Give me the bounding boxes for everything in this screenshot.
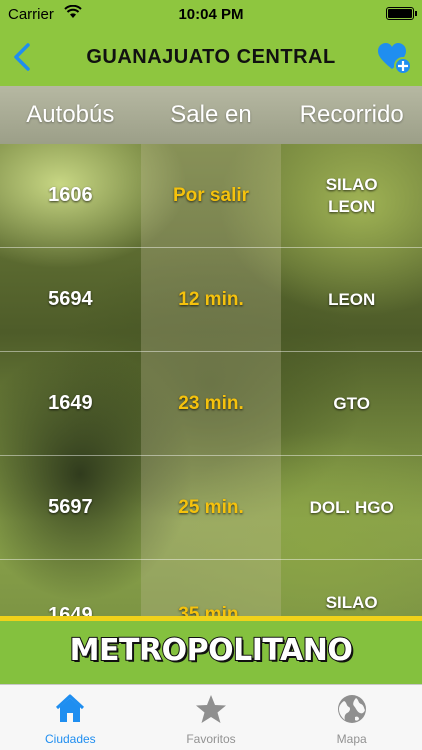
metropolitano-banner: METROPOLITANO	[0, 616, 422, 684]
departure-time: 35 min.	[178, 604, 244, 616]
route-name: LEON	[328, 289, 376, 309]
table-row[interactable]: 5697 25 min. DOL. HGO	[0, 456, 422, 560]
route-name: SILAO LEON	[325, 174, 378, 216]
back-button[interactable]	[8, 40, 38, 74]
bus-number: 5694	[48, 288, 93, 310]
tab-favoritos[interactable]: Favoritos	[141, 685, 282, 750]
column-bus: Autobús	[26, 101, 115, 128]
status-bar: Carrier 10:04 PM	[0, 0, 422, 30]
home-icon	[56, 694, 85, 722]
tab-label: Ciudades	[44, 732, 96, 746]
bus-number: 5697	[48, 496, 93, 518]
tab-label: Mapa	[336, 732, 367, 746]
banner-logo-text: METROPOLITANO	[69, 632, 354, 669]
tab-ciudades[interactable]: Ciudades	[0, 685, 141, 750]
table-row[interactable]: 1649 35 min. SILAO	[0, 560, 422, 616]
bus-number: 1649	[48, 392, 93, 414]
add-favorite-button[interactable]	[376, 40, 412, 76]
table-row[interactable]: 1649 23 min. GTO	[0, 352, 422, 456]
globe-icon	[337, 695, 366, 723]
battery-icon	[386, 7, 417, 20]
status-time: 10:04 PM	[178, 6, 244, 23]
tab-bar: Ciudades Favoritos Mapa	[0, 684, 422, 750]
bus-number: 1649	[48, 604, 93, 616]
page-title: GUANAJUATO CENTRAL	[86, 46, 336, 68]
tab-label: Favoritos	[186, 732, 236, 746]
departures-list[interactable]: 1606 Por salir SILAO LEON 5694 12 min. L…	[0, 144, 422, 616]
navigation-bar: GUANAJUATO CENTRAL	[0, 30, 422, 86]
route-name: DOL. HGO	[309, 497, 394, 517]
table-row[interactable]: 1606 Por salir SILAO LEON	[0, 144, 422, 248]
star-icon	[196, 695, 226, 723]
column-header: Autobús Sale en Recorrido	[0, 86, 422, 144]
column-route: Recorrido	[299, 101, 404, 128]
table-row[interactable]: 5694 12 min. LEON	[0, 248, 422, 352]
tab-mapa[interactable]: Mapa	[281, 685, 422, 750]
route-name: GTO	[333, 393, 370, 413]
column-departs: Sale en	[170, 101, 252, 128]
departure-time: Por salir	[172, 184, 250, 206]
departure-time: 23 min.	[178, 392, 244, 414]
route-name: SILAO	[325, 593, 378, 612]
departure-time: 25 min.	[178, 496, 244, 518]
bus-number: 1606	[48, 184, 93, 206]
departure-time: 12 min.	[178, 288, 244, 310]
